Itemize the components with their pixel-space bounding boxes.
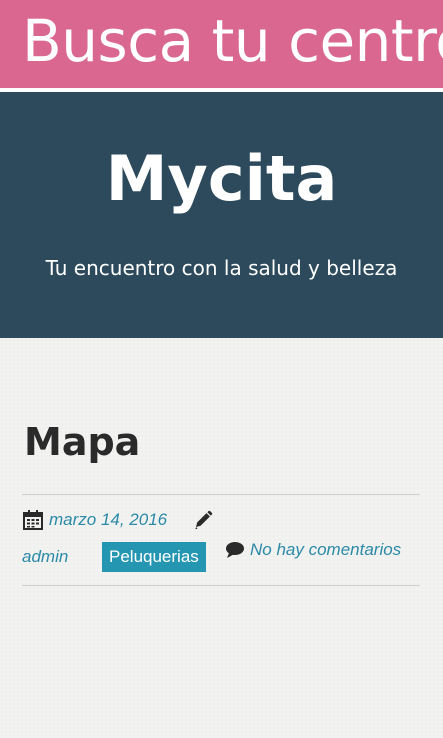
divider: [22, 585, 420, 586]
divider: [22, 494, 420, 495]
post-meta-date: marzo 14, 2016: [22, 508, 213, 532]
post-content: Mapa marzo 14, 2016 admin Peluquerias No…: [0, 338, 443, 738]
app-bar-title: Busca tu centro: [22, 7, 443, 75]
app-bar: Busca tu centro: [0, 0, 443, 88]
calendar-icon: [22, 509, 44, 531]
category-badge[interactable]: Peluquerias: [102, 542, 206, 572]
comments-link[interactable]: No hay comentarios: [250, 540, 401, 560]
comment-bubble-icon: [225, 541, 245, 559]
pencil-icon: [193, 510, 213, 530]
site-header: Mycita Tu encuentro con la salud y belle…: [0, 92, 443, 338]
post-title: Mapa: [24, 420, 141, 464]
post-date-link[interactable]: marzo 14, 2016: [49, 510, 167, 530]
site-tagline: Tu encuentro con la salud y belleza: [45, 256, 398, 280]
site-title[interactable]: Mycita: [0, 144, 443, 214]
post-meta-comments: No hay comentarios: [225, 538, 401, 562]
post-author-link[interactable]: admin: [22, 547, 68, 567]
post-meta-author: admin: [22, 545, 68, 569]
